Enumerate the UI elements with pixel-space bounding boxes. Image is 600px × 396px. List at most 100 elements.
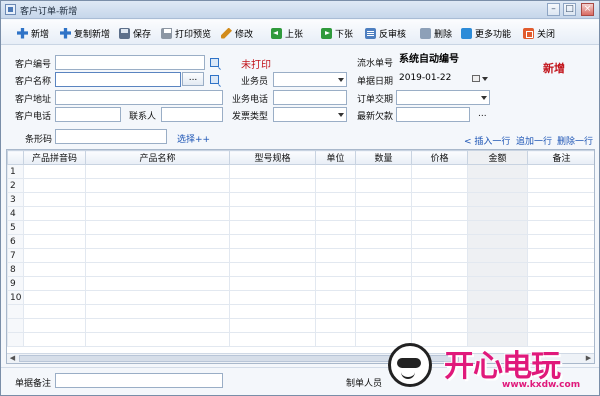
table-cell[interactable] [229,248,316,263]
table-cell[interactable] [315,248,356,263]
delivery-date-select[interactable] [396,90,490,105]
table-cell[interactable] [315,332,356,347]
table-cell[interactable] [229,206,316,221]
table-cell[interactable] [315,276,356,291]
customer-address-input[interactable] [55,90,223,105]
table-row[interactable]: 3 [7,192,594,207]
customer-name-browse-button[interactable]: ... [182,72,204,86]
table-cell[interactable] [23,262,86,277]
table-cell[interactable] [355,192,412,207]
table-cell[interactable] [411,206,468,221]
table-cell[interactable] [355,262,412,277]
more-functions-button[interactable]: 更多功能 [461,25,511,41]
table-cell[interactable] [355,206,412,221]
table-cell[interactable] [527,276,594,291]
print-preview-button[interactable]: 打印预览 [161,25,211,41]
previous-button[interactable]: 上张 [271,25,303,41]
table-cell[interactable] [229,164,316,179]
table-cell[interactable] [315,234,356,249]
table-cell[interactable] [229,234,316,249]
table-row[interactable]: 8 [7,262,594,277]
minimize-button[interactable]: – [547,3,560,16]
customer-phone-input[interactable] [55,107,121,122]
next-button[interactable]: 下张 [321,25,353,41]
append-row-link[interactable]: 追加一行 [516,134,552,147]
calendar-icon[interactable] [472,75,480,82]
table-row[interactable]: 2 [7,178,594,193]
table-cell[interactable] [527,220,594,235]
edit-button[interactable]: 修改 [221,25,253,41]
column-header[interactable]: 数量 [355,150,412,165]
table-cell[interactable] [355,290,412,305]
table-cell[interactable] [411,220,468,235]
table-row[interactable]: 10 [7,290,594,305]
table-cell[interactable] [23,318,86,333]
unaudit-button[interactable]: 反审核 [365,25,406,41]
table-cell[interactable] [23,276,86,291]
table-cell[interactable] [229,276,316,291]
table-cell[interactable] [23,248,86,263]
table-cell[interactable] [23,290,86,305]
table-cell[interactable] [229,192,316,207]
table-cell[interactable] [315,318,356,333]
table-cell[interactable] [229,262,316,277]
table-cell[interactable] [315,178,356,193]
table-cell[interactable] [527,206,594,221]
table-cell[interactable] [85,248,230,263]
table-cell[interactable] [315,304,356,319]
table-cell[interactable] [85,290,230,305]
table-cell[interactable] [229,332,316,347]
table-cell[interactable] [527,318,594,333]
table-cell[interactable] [23,220,86,235]
table-cell[interactable] [23,192,86,207]
column-header[interactable]: 单位 [315,150,356,165]
table-cell[interactable] [355,276,412,291]
table-cell[interactable] [229,220,316,235]
table-cell[interactable] [85,276,230,291]
table-cell[interactable] [315,164,356,179]
table-cell[interactable] [85,164,230,179]
table-cell[interactable] [229,318,316,333]
table-cell[interactable] [315,290,356,305]
maximize-button[interactable]: □ [563,3,576,16]
table-cell[interactable] [315,192,356,207]
table-cell[interactable] [355,220,412,235]
table-cell[interactable] [355,318,412,333]
latest-arrears-input[interactable] [396,107,470,122]
table-cell[interactable] [527,192,594,207]
close-window-button[interactable]: × [581,3,594,16]
scroll-left-icon[interactable]: ◀ [8,355,17,362]
table-cell[interactable] [85,318,230,333]
table-cell[interactable] [85,192,230,207]
table-cell[interactable] [355,178,412,193]
table-row[interactable] [7,318,594,333]
table-cell[interactable] [229,304,316,319]
table-cell[interactable] [229,290,316,305]
column-header[interactable]: 产品拼音码 [23,150,86,165]
table-cell[interactable] [85,262,230,277]
table-row[interactable]: 1 [7,164,594,179]
table-cell[interactable] [527,262,594,277]
table-cell[interactable] [355,164,412,179]
column-header[interactable]: 价格 [411,150,468,165]
table-cell[interactable] [23,234,86,249]
table-cell[interactable] [527,234,594,249]
table-cell[interactable] [229,178,316,193]
table-row[interactable]: 5 [7,220,594,235]
select-products-link[interactable]: 选择++ [177,132,210,145]
table-cell[interactable] [411,262,468,277]
table-cell[interactable] [411,248,468,263]
sales-phone-input[interactable] [273,90,347,105]
table-cell[interactable] [527,248,594,263]
table-cell[interactable] [355,234,412,249]
table-cell[interactable] [411,178,468,193]
table-row[interactable] [7,304,594,319]
table-cell[interactable] [85,178,230,193]
table-cell[interactable] [85,332,230,347]
barcode-input[interactable] [55,129,167,144]
new-button[interactable]: 新增 [17,25,49,41]
table-row[interactable]: 6 [7,234,594,249]
save-button[interactable]: 保存 [119,25,151,41]
table-cell[interactable] [85,220,230,235]
table-row[interactable]: 4 [7,206,594,221]
